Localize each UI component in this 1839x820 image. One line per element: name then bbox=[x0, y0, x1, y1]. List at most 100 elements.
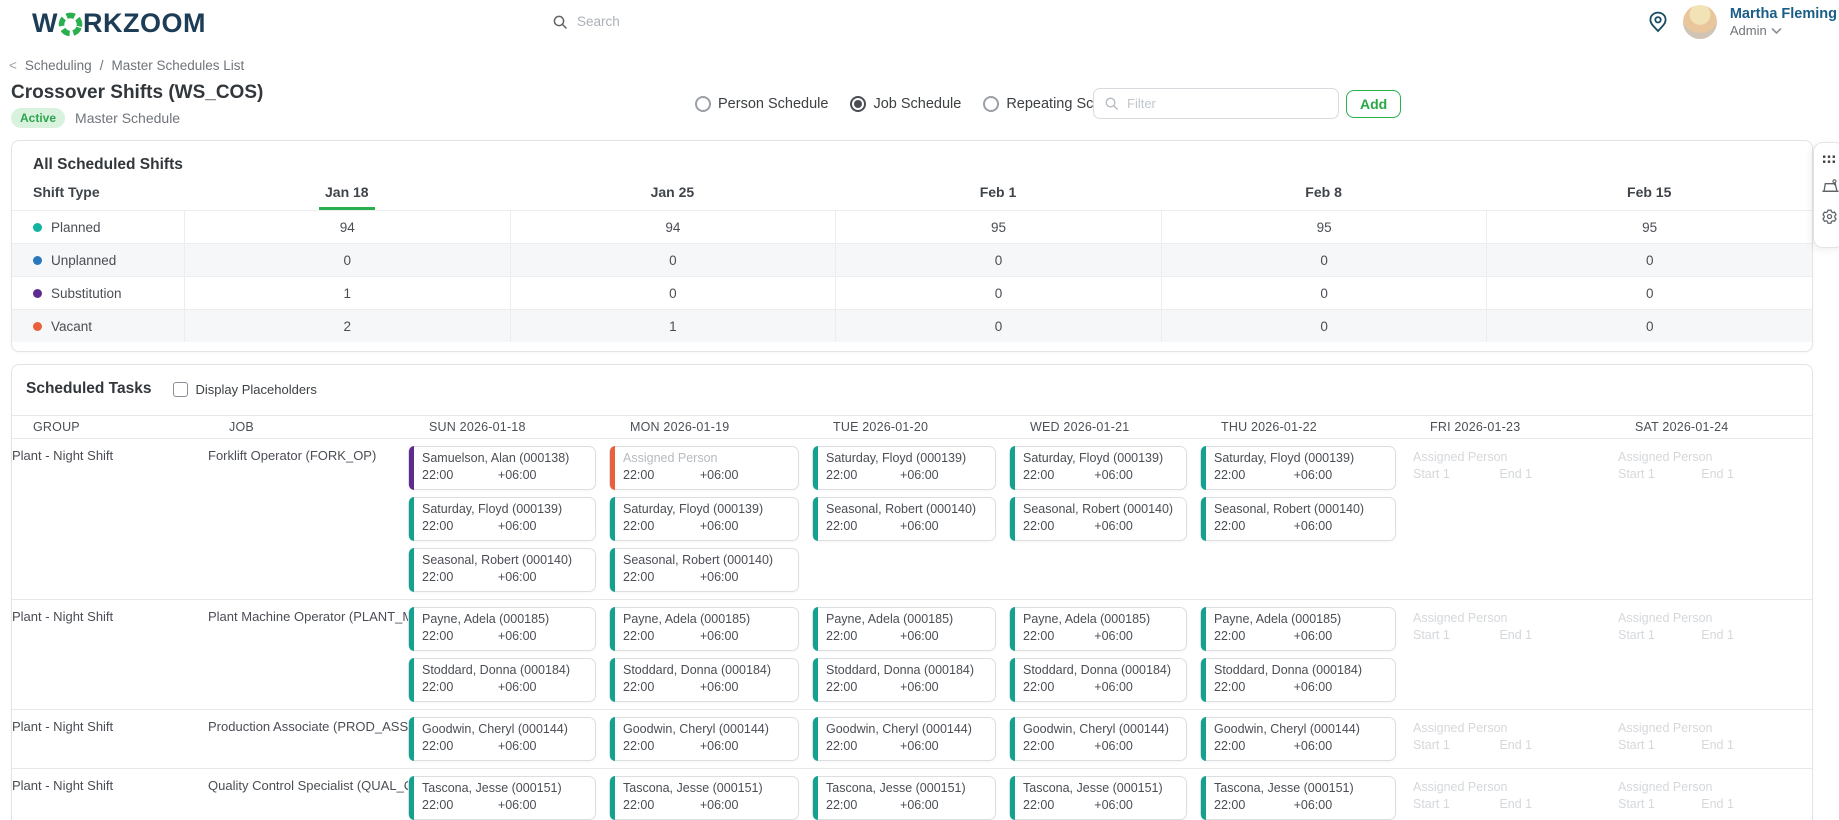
shift-times: 22:00 +06:00 bbox=[1023, 628, 1178, 645]
vacant-shift-card[interactable]: Assigned Person 22:00 +06:00 bbox=[609, 446, 799, 490]
top-bar: W RKZOOM Martha Fleming Admin bbox=[0, 0, 1839, 47]
shift-card[interactable]: Payne, Adela (000185) 22:00 +06:00 bbox=[812, 607, 996, 651]
shift-card[interactable]: Saturday, Floyd (000139) 22:00 +06:00 bbox=[812, 446, 996, 490]
shift-card[interactable]: Stoddard, Donna (000184) 22:00 +06:00 bbox=[1009, 658, 1187, 702]
shift-card[interactable]: Saturday, Floyd (000139) 22:00 +06:00 bbox=[408, 497, 596, 541]
shift-card[interactable]: Tascona, Jesse (000151) 22:00 +06:00 bbox=[609, 776, 799, 820]
shift-card[interactable]: Tascona, Jesse (000151) 22:00 +06:00 bbox=[1200, 776, 1396, 820]
radio-button[interactable] bbox=[983, 96, 1000, 112]
user-info[interactable]: Martha Fleming Admin bbox=[1730, 6, 1837, 38]
global-search[interactable] bbox=[540, 6, 1326, 37]
shift-card[interactable]: Saturday, Floyd (000139) 22:00 +06:00 bbox=[1200, 446, 1396, 490]
filter-input[interactable] bbox=[1127, 96, 1328, 111]
shift-start-time: 22:00 bbox=[826, 468, 858, 482]
shift-times: 22:00 +06:00 bbox=[422, 518, 587, 535]
shift-card[interactable]: Saturday, Floyd (000139) 22:00 +06:00 bbox=[609, 497, 799, 541]
shift-person-name: Goodwin, Cheryl (000144) bbox=[623, 722, 769, 736]
shift-card[interactable]: Tascona, Jesse (000151) 22:00 +06:00 bbox=[1009, 776, 1187, 820]
week-header[interactable]: Jan 25 bbox=[510, 184, 836, 210]
shift-card[interactable]: Seasonal, Robert (000140) 22:00 +06:00 bbox=[1009, 497, 1187, 541]
shift-card[interactable]: Goodwin, Cheryl (000144) 22:00 +06:00 bbox=[1200, 717, 1396, 761]
week-header[interactable]: Feb 1 bbox=[835, 184, 1161, 210]
shift-card[interactable]: Samuelson, Alan (000138) 22:00 +06:00 bbox=[408, 446, 596, 490]
shift-card[interactable]: Saturday, Floyd (000139) 22:00 +06:00 bbox=[1009, 446, 1187, 490]
radio-button[interactable] bbox=[850, 96, 867, 112]
shift-card[interactable]: Seasonal, Robert (000140) 22:00 +06:00 bbox=[812, 497, 996, 541]
shift-card[interactable]: Stoddard, Donna (000184) 22:00 +06:00 bbox=[408, 658, 596, 702]
shift-card[interactable]: Stoddard, Donna (000184) 22:00 +06:00 bbox=[812, 658, 996, 702]
shift-times: 22:00 +06:00 bbox=[422, 467, 587, 484]
week-header[interactable]: Jan 18 bbox=[184, 184, 510, 210]
shift-times: 22:00 +06:00 bbox=[1023, 797, 1178, 814]
user-avatar[interactable] bbox=[1682, 5, 1717, 39]
week-header-label: Feb 1 bbox=[979, 184, 1017, 200]
user-name: Martha Fleming bbox=[1729, 6, 1837, 22]
shift-card[interactable]: Goodwin, Cheryl (000144) 22:00 +06:00 bbox=[1009, 717, 1187, 761]
shift-card[interactable]: Seasonal, Robert (000140) 22:00 +06:00 bbox=[1200, 497, 1396, 541]
grid-dots-icon[interactable] bbox=[1821, 153, 1837, 166]
placeholder-times: Start 1 End 1 bbox=[1618, 627, 1799, 644]
shift-person-name: Payne, Adela (000185) bbox=[1023, 612, 1151, 626]
breadcrumb-back-icon[interactable]: < bbox=[9, 58, 17, 73]
workzoom-logo[interactable]: W RKZOOM bbox=[32, 8, 206, 39]
placeholder-start: Start 1 bbox=[1413, 467, 1450, 481]
tasks-column-headers: GROUP JOB SUN 2026-01-18 MON 2026-01-19 TUE … bbox=[12, 415, 1812, 439]
shift-times: 22:00 +06:00 bbox=[826, 628, 987, 645]
shift-card[interactable]: Goodwin, Cheryl (000144) 22:00 +06:00 bbox=[609, 717, 799, 761]
radio-job-schedule[interactable]: Job Schedule bbox=[850, 96, 961, 112]
shift-end-time: +06:00 bbox=[1293, 798, 1333, 812]
shift-card[interactable]: Stoddard, Donna (000184) 22:00 +06:00 bbox=[609, 658, 799, 702]
shift-times: 22:00 +06:00 bbox=[422, 679, 587, 696]
radio-person-schedule[interactable]: Person Schedule bbox=[695, 96, 828, 112]
breadcrumb-item-scheduling[interactable]: Scheduling bbox=[25, 58, 92, 73]
filter-box[interactable] bbox=[1093, 88, 1339, 119]
shift-person-name: Payne, Adela (000185) bbox=[826, 612, 954, 626]
shift-start-time: 22:00 bbox=[826, 629, 858, 643]
shift-type-dot bbox=[33, 222, 42, 232]
group-cell: Plant - Night Shift bbox=[12, 609, 114, 624]
breadcrumb-item-master-schedules[interactable]: Master Schedules List bbox=[111, 58, 244, 73]
display-placeholders-checkbox[interactable] bbox=[173, 381, 189, 397]
shift-end-time: +06:00 bbox=[1094, 680, 1133, 694]
group-cell: Plant - Night Shift bbox=[12, 448, 114, 463]
placeholder-end: End 1 bbox=[1701, 797, 1734, 811]
breadcrumb-separator: / bbox=[99, 58, 104, 73]
add-button[interactable]: Add bbox=[1346, 90, 1402, 118]
radio-button[interactable] bbox=[695, 96, 711, 112]
shift-card[interactable]: Goodwin, Cheryl (000144) 22:00 +06:00 bbox=[812, 717, 996, 761]
week-header[interactable]: Feb 8 bbox=[1161, 184, 1487, 210]
shift-card[interactable]: Seasonal, Robert (000140) 22:00 +06:00 bbox=[609, 548, 799, 592]
shift-end-time: +06:00 bbox=[900, 468, 939, 482]
shift-person-name: Saturday, Floyd (000139) bbox=[1214, 451, 1355, 465]
user-area: Martha Fleming Admin bbox=[1646, 5, 1839, 39]
shift-type-dot bbox=[33, 288, 42, 298]
location-pin-icon[interactable] bbox=[1646, 10, 1670, 34]
week-header[interactable]: Feb 15 bbox=[1486, 184, 1812, 210]
shift-end-time: +06:00 bbox=[1293, 468, 1333, 482]
page-subtitle: Master Schedule bbox=[75, 110, 181, 126]
shift-card[interactable]: Tascona, Jesse (000151) 22:00 +06:00 bbox=[812, 776, 996, 820]
shift-type-row: Substitution 1 0 0 0 0 bbox=[12, 276, 1812, 309]
tasks-column-header: JOB bbox=[229, 420, 254, 434]
shift-card[interactable]: Payne, Adela (000185) 22:00 +06:00 bbox=[1200, 607, 1396, 651]
calendar-icon[interactable] bbox=[1821, 178, 1839, 196]
shift-card[interactable]: Payne, Adela (000185) 22:00 +06:00 bbox=[408, 607, 596, 651]
day-cell: Assigned Person Start 1 End 1 bbox=[1614, 717, 1812, 761]
shift-card[interactable]: Goodwin, Cheryl (000144) 22:00 +06:00 bbox=[408, 717, 596, 761]
shift-card[interactable]: Seasonal, Robert (000140) 22:00 +06:00 bbox=[408, 548, 596, 592]
shift-card[interactable]: Stoddard, Donna (000184) 22:00 +06:00 bbox=[1200, 658, 1396, 702]
settings-gear-icon[interactable] bbox=[1821, 208, 1838, 225]
shift-end-time: +06:00 bbox=[699, 468, 739, 482]
shift-card[interactable]: Payne, Adela (000185) 22:00 +06:00 bbox=[609, 607, 799, 651]
shift-count-cell: 0 bbox=[1160, 244, 1487, 276]
shift-card[interactable]: Tascona, Jesse (000151) 22:00 +06:00 bbox=[408, 776, 596, 820]
display-placeholders-control[interactable]: Display Placeholders bbox=[173, 381, 317, 397]
shift-end-time: +06:00 bbox=[699, 570, 739, 584]
week-header-label: Jan 18 bbox=[319, 184, 375, 210]
shift-person-name: Tascona, Jesse (000151) bbox=[1214, 781, 1354, 795]
shift-end-time: +06:00 bbox=[1094, 629, 1133, 643]
shift-person-name: Stoddard, Donna (000184) bbox=[623, 663, 772, 677]
placeholder-start: Start 1 bbox=[1413, 738, 1450, 752]
shift-card[interactable]: Payne, Adela (000185) 22:00 +06:00 bbox=[1009, 607, 1187, 651]
search-input[interactable] bbox=[577, 14, 1314, 29]
